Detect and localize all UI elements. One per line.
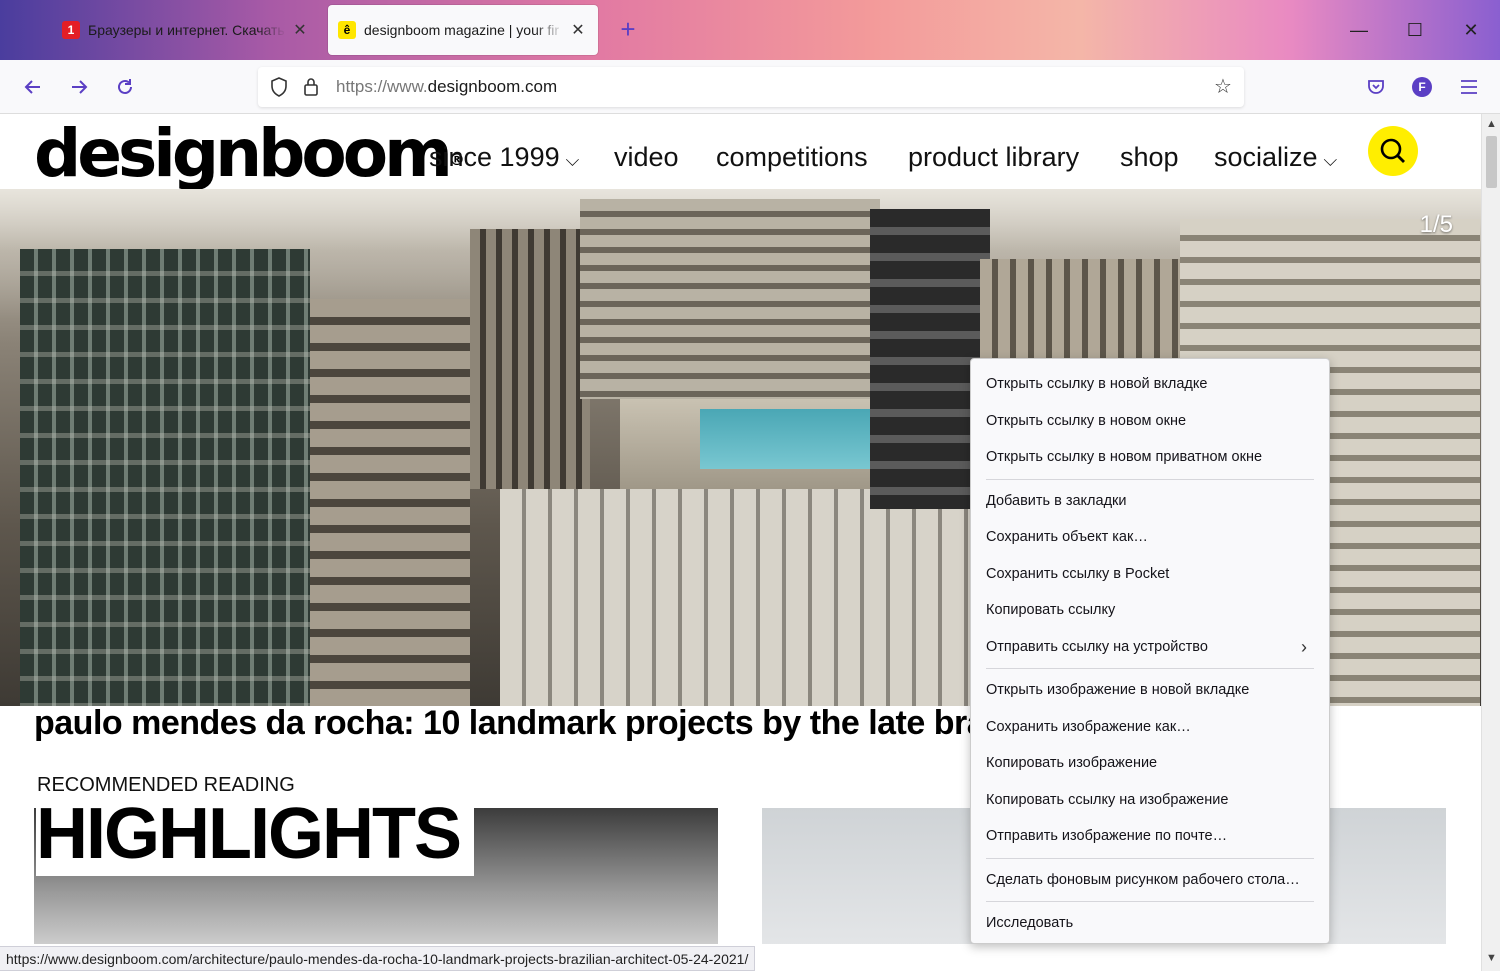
menu-copy-image[interactable]: Копировать изображение (971, 745, 1329, 782)
menu-copy-image-link[interactable]: Копировать ссылку на изображение (971, 782, 1329, 819)
pocket-icon (1368, 80, 1384, 94)
tab-designboom[interactable]: ê designboom magazine | your fir ✕ (328, 5, 598, 55)
menu-separator (986, 478, 1314, 480)
site-header: designboom® since 1999 ⌵ video competitio… (0, 114, 1481, 192)
menu-separator (986, 901, 1314, 902)
chevron-down-icon: ⌵ (565, 150, 580, 170)
back-button[interactable] (18, 72, 48, 102)
shield-icon[interactable] (268, 76, 290, 98)
menu-inspect[interactable]: Исследовать (971, 905, 1329, 942)
menu-save-to-pocket[interactable]: Сохранить ссылку в Pocket (971, 556, 1329, 593)
title-bar: 1 Браузеры и интернет. Скачать ✕ ê desig… (0, 0, 1500, 60)
tab-title: designboom magazine | your fir (364, 22, 560, 38)
close-window-button[interactable]: ✕ (1457, 16, 1485, 44)
app-menu-button[interactable] (1454, 72, 1484, 102)
menu-separator (986, 857, 1314, 859)
scrollbar-thumb[interactable] (1486, 136, 1497, 188)
lock-icon[interactable] (300, 76, 322, 98)
slide-counter: 1/5 (1419, 211, 1453, 238)
context-menu: Открыть ссылку в новой вкладке Открыть с… (970, 358, 1330, 944)
pocket-button[interactable] (1361, 72, 1391, 102)
nav-product-library[interactable]: product library (908, 142, 1079, 173)
account-button[interactable]: F (1407, 72, 1437, 102)
menu-open-link-private-window[interactable]: Открыть ссылку в новом приватном окне (971, 439, 1329, 476)
forward-button[interactable] (64, 72, 94, 102)
menu-open-image-new-tab[interactable]: Открыть изображение в новой вкладке (971, 672, 1329, 709)
nav-since-1999[interactable]: since 1999 ⌵ (429, 142, 579, 173)
url-text: https://www.designboom.com (336, 77, 558, 96)
avatar: F (1412, 77, 1432, 97)
close-tab-icon[interactable]: ✕ (290, 20, 310, 40)
nav-competitions[interactable]: competitions (716, 142, 868, 173)
nav-socialize[interactable]: socialize ⌵ (1214, 142, 1337, 173)
nav-shop[interactable]: shop (1120, 142, 1179, 173)
menu-copy-link[interactable]: Копировать ссылку (971, 592, 1329, 629)
menu-separator (986, 668, 1314, 669)
menu-bookmark-link[interactable]: Добавить в закладки (971, 483, 1329, 520)
menu-send-link-to-device[interactable]: Отправить ссылку на устройство › (971, 629, 1329, 666)
softportal-icon: 1 (62, 21, 80, 39)
hamburger-icon (1461, 80, 1477, 94)
page-scrollbar[interactable]: ▲ ▼ (1481, 114, 1500, 971)
designboom-icon: ê (338, 21, 356, 39)
scroll-up-icon[interactable]: ▲ (1485, 118, 1498, 131)
menu-open-link-new-window[interactable]: Открыть ссылку в новом окне (971, 403, 1329, 440)
menu-open-link-new-tab[interactable]: Открыть ссылку в новой вкладке (971, 366, 1329, 403)
chevron-right-icon: › (1301, 636, 1307, 657)
chevron-down-icon: ⌵ (1323, 150, 1338, 170)
search-icon (1380, 138, 1405, 163)
designboom-logo[interactable]: designboom® (34, 116, 465, 192)
arrow-right-icon (72, 80, 88, 94)
menu-email-image[interactable]: Отправить изображение по почте… (971, 818, 1329, 855)
scroll-down-icon[interactable]: ▼ (1485, 952, 1498, 965)
address-bar[interactable]: https://www.designboom.com ☆ (258, 67, 1244, 107)
article-headline[interactable]: paulo mendes da rocha: 10 landmark proje… (34, 704, 1011, 743)
tab-title: Браузеры и интернет. Скачать (88, 22, 285, 38)
close-tab-icon[interactable]: ✕ (568, 20, 588, 40)
menu-set-desktop-background[interactable]: Сделать фоновым рисунком рабочего стола… (971, 862, 1329, 899)
arrow-left-icon (24, 80, 40, 94)
reload-button[interactable] (110, 72, 140, 102)
reload-icon (118, 79, 132, 94)
maximize-button[interactable]: ☐ (1401, 16, 1429, 44)
new-tab-button[interactable]: + (614, 16, 642, 44)
nav-video[interactable]: video (614, 142, 679, 173)
highlights-heading: HIGHLIGHTS (36, 792, 474, 876)
tab-softportal[interactable]: 1 Браузеры и интернет. Скачать ✕ (52, 5, 320, 55)
status-link-url: https://www.designboom.com/architecture/… (0, 946, 756, 971)
menu-save-image-as[interactable]: Сохранить изображение как… (971, 709, 1329, 746)
nav-toolbar: https://www.designboom.com ☆ F (0, 60, 1500, 114)
search-button[interactable] (1368, 126, 1418, 176)
minimize-button[interactable]: — (1345, 16, 1373, 44)
bookmark-star-icon[interactable]: ☆ (1212, 76, 1234, 98)
menu-save-link-as[interactable]: Сохранить объект как… (971, 519, 1329, 556)
